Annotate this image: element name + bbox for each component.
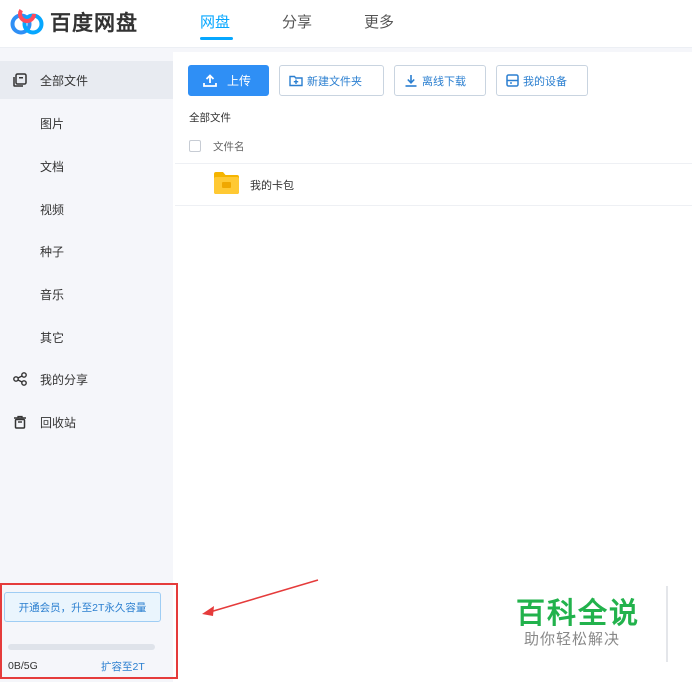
file-name: 我的卡包 [250, 180, 294, 192]
sidebar-item-other[interactable]: 其它 [0, 318, 173, 356]
sidebar-item-label: 我的分享 [40, 372, 89, 387]
active-tab-indicator [200, 37, 233, 40]
offline-download-label: 离线下载 [422, 75, 466, 88]
sidebar-item-all-files[interactable]: 全部文件 [0, 61, 173, 99]
new-folder-icon [289, 74, 303, 87]
watermark-title: 百科全说 [516, 598, 641, 630]
sidebar-item-my-shares[interactable]: 我的分享 [0, 360, 173, 398]
watermark-divider [666, 586, 668, 662]
upload-icon [203, 74, 217, 87]
watermark-subtitle: 助你轻松解决 [524, 631, 621, 648]
offline-download-button[interactable]: 离线下载 [394, 65, 486, 96]
sidebar-item-label: 其它 [40, 330, 65, 345]
top-bar: 百度网盘 网盘 分享 更多 [0, 0, 692, 48]
share-icon [12, 371, 28, 387]
sidebar-item-label: 视频 [40, 202, 65, 217]
baidu-netdisk-logo-icon [8, 4, 46, 40]
sidebar-item-label: 文档 [40, 159, 65, 174]
sidebar-item-torrents[interactable]: 种子 [0, 232, 173, 270]
sidebar-item-label: 全部文件 [40, 73, 89, 88]
sidebar-item-videos[interactable]: 视频 [0, 190, 173, 228]
device-icon [506, 74, 519, 87]
storage-quota-text: 0B/5G [8, 660, 38, 672]
sidebar-item-recycle-bin[interactable]: 回收站 [0, 403, 173, 441]
upload-button[interactable]: 上传 [188, 65, 269, 96]
new-folder-label: 新建文件夹 [307, 75, 362, 88]
app-logo[interactable]: 百度网盘 [8, 4, 138, 40]
sidebar-item-label: 音乐 [40, 287, 65, 302]
tab-share[interactable]: 分享 [282, 11, 312, 32]
breadcrumb[interactable]: 全部文件 [189, 110, 231, 125]
sidebar: 全部文件 图片 文档 视频 种子 音乐 其它 我的分享 回收站 开通会员，升至2… [0, 48, 173, 682]
sidebar-item-label: 图片 [40, 116, 65, 131]
annotation-arrow [202, 579, 319, 616]
sidebar-item-label: 回收站 [40, 415, 77, 430]
expand-storage-link[interactable]: 扩容至2T [101, 659, 145, 674]
tab-more[interactable]: 更多 [364, 11, 394, 32]
folder-icon [214, 172, 239, 194]
select-all-checkbox[interactable] [189, 140, 201, 152]
my-devices-label: 我的设备 [523, 75, 567, 88]
files-icon [12, 72, 28, 88]
row-divider [175, 205, 692, 206]
sidebar-item-label: 种子 [40, 244, 65, 259]
sidebar-item-music[interactable]: 音乐 [0, 275, 173, 313]
tab-netdisk[interactable]: 网盘 [200, 11, 230, 32]
upload-label: 上传 [227, 74, 252, 88]
main-top-divider [173, 48, 692, 52]
column-header-filename[interactable]: 文件名 [213, 139, 245, 154]
my-devices-button[interactable]: 我的设备 [496, 65, 588, 96]
storage-quota-bar [8, 644, 155, 650]
sidebar-item-documents[interactable]: 文档 [0, 147, 173, 185]
sidebar-item-images[interactable]: 图片 [0, 104, 173, 142]
app-name: 百度网盘 [50, 12, 138, 35]
file-row[interactable]: 我的卡包 [175, 164, 692, 205]
vip-upgrade-button[interactable]: 开通会员，升至2T永久容量 [4, 592, 161, 622]
trash-icon [12, 414, 28, 430]
download-icon [404, 74, 418, 87]
new-folder-button[interactable]: 新建文件夹 [279, 65, 384, 96]
